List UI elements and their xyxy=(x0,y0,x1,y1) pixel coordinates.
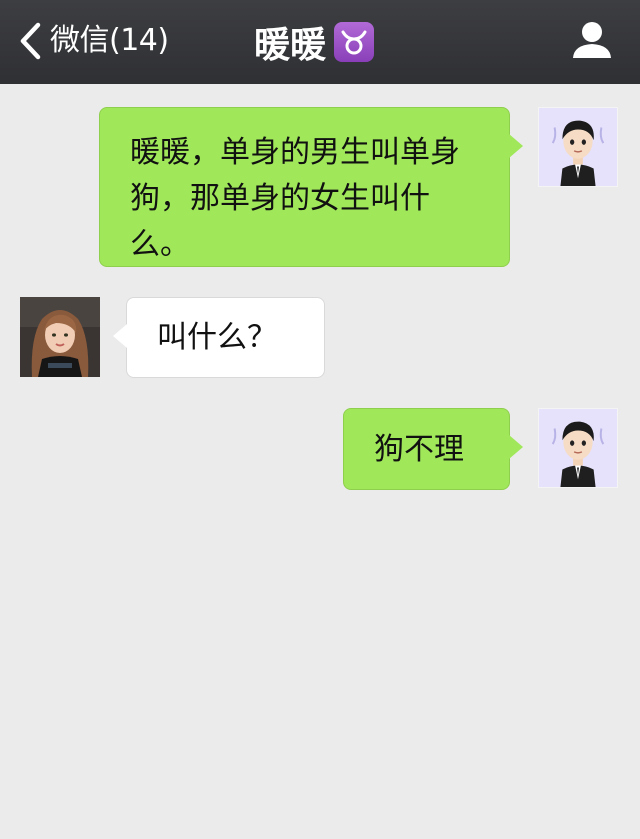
my-avatar[interactable] xyxy=(538,107,618,187)
chat-profile-button[interactable] xyxy=(570,18,614,62)
contact-name: 暖暖 xyxy=(253,25,326,66)
my-avatar[interactable] xyxy=(538,408,618,488)
chevron-left-icon xyxy=(20,22,41,60)
message-text: 暖暖，单身的男生叫单身狗，那单身的女生叫什么。 xyxy=(130,135,460,262)
person-icon xyxy=(573,22,611,58)
nav-bar: 微信(14) 暖暖 xyxy=(0,0,640,84)
message-text: 叫什么？ xyxy=(157,320,277,355)
contact-photo-icon xyxy=(20,297,100,377)
chat-title: 暖暖 xyxy=(254,16,374,68)
taurus-zodiac-icon xyxy=(334,22,374,62)
message-text: 狗不理 xyxy=(374,432,464,467)
message-bubble-received[interactable]: 叫什么？ xyxy=(113,297,325,378)
cartoon-man-avatar-icon xyxy=(539,108,617,186)
contact-avatar[interactable] xyxy=(20,297,100,377)
back-button[interactable]: 微信(14) xyxy=(18,18,169,64)
message-bubble-sent[interactable]: 暖暖，单身的男生叫单身狗，那单身的女生叫什么。 xyxy=(99,107,523,267)
message-bubble-sent[interactable]: 狗不理 xyxy=(343,408,523,490)
cartoon-man-avatar-icon xyxy=(539,409,617,487)
back-label: 微信(14) xyxy=(50,23,169,58)
